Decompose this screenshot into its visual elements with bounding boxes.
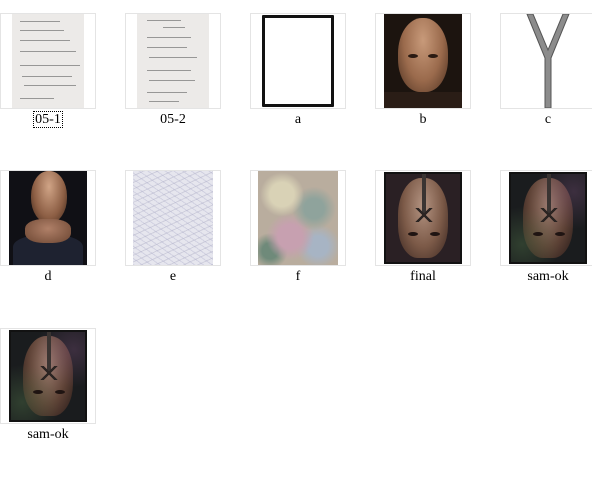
thumbnail-label: c: [544, 112, 552, 127]
composite-icon: [509, 172, 587, 264]
thumbnail-label: a: [294, 112, 302, 127]
thumbnail-label: b: [419, 112, 427, 127]
thumbnail-label: d: [44, 269, 52, 284]
notes-page-icon: [137, 14, 209, 108]
thumbnail-label: 05-1: [33, 111, 63, 128]
zipper-icon: [509, 14, 587, 108]
texture-icon: [133, 171, 213, 265]
thumbnail-label: e: [169, 269, 177, 284]
composite-icon: [384, 172, 462, 264]
composite-icon: [9, 330, 87, 422]
thumbnail-label: final: [410, 269, 436, 284]
frame-icon: [262, 15, 334, 107]
thumbnail-label: sam-ok: [527, 269, 569, 284]
notes-page-icon: [12, 14, 84, 108]
texture-icon: [258, 171, 338, 265]
thumbnail-label: 05-2: [160, 112, 186, 127]
thumbnail-label: f: [295, 269, 301, 284]
portrait-icon: [384, 14, 462, 108]
portrait-hands-icon: [9, 171, 87, 265]
thumbnail-label: sam-ok: [27, 427, 69, 442]
